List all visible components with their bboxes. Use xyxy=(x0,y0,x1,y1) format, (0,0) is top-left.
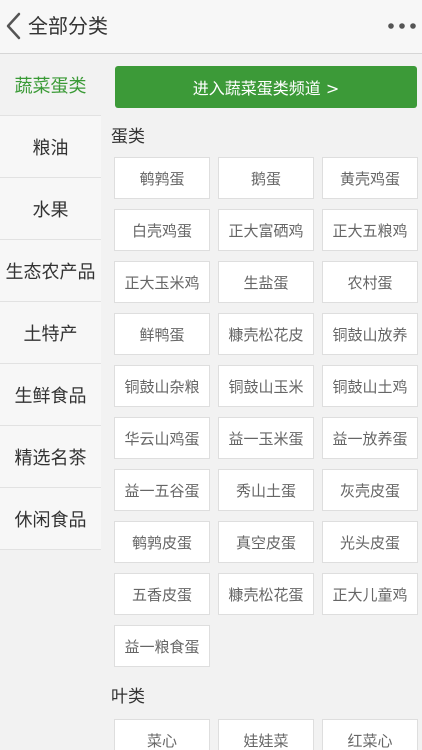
egg-item-grid: 鹌鹑蛋 鹅蛋 黄壳鸡蛋 白壳鸡蛋 正大富硒鸡 正大五粮鸡 正大玉米鸡 生盐蛋 农… xyxy=(114,157,420,667)
category-item[interactable]: 光头皮蛋 xyxy=(322,521,418,563)
sidebar-item-label: 生鲜食品 xyxy=(14,385,87,407)
sidebar-item-label: 生态农产品 xyxy=(5,261,96,283)
category-item[interactable]: 益一玉米蛋 xyxy=(218,417,314,459)
category-item[interactable]: 农村蛋 xyxy=(322,261,418,303)
category-item[interactable]: 红菜心 xyxy=(322,719,418,750)
sidebar-item-eco-products[interactable]: 生态农产品 xyxy=(0,240,101,302)
category-item[interactable]: 秀山土蛋 xyxy=(218,469,314,511)
category-item[interactable]: 糠壳松花蛋 xyxy=(218,573,314,615)
sidebar-item-label: 粮油 xyxy=(32,137,69,159)
category-item[interactable]: 黄壳鸡蛋 xyxy=(322,157,418,199)
sidebar-item-label: 土特产 xyxy=(23,323,78,345)
category-item[interactable]: 菜心 xyxy=(114,719,210,750)
category-item[interactable]: 五香皮蛋 xyxy=(114,573,210,615)
category-item[interactable]: 生盐蛋 xyxy=(218,261,314,303)
header-bar: 全部分类 xyxy=(0,0,422,54)
category-item[interactable]: 正大五粮鸡 xyxy=(322,209,418,251)
category-item[interactable]: 鹅蛋 xyxy=(218,157,314,199)
category-item[interactable]: 华云山鸡蛋 xyxy=(114,417,210,459)
sidebar-item-local-specialty[interactable]: 土特产 xyxy=(0,302,101,364)
section-title-eggs: 蛋类 xyxy=(111,127,145,147)
section-title-leafy: 叶类 xyxy=(111,687,145,707)
sidebar-item-label: 蔬菜蛋类 xyxy=(14,75,87,97)
category-item[interactable]: 益一放养蛋 xyxy=(322,417,418,459)
category-item[interactable]: 白壳鸡蛋 xyxy=(114,209,210,251)
category-item[interactable]: 糠壳松花皮 xyxy=(218,313,314,355)
category-item[interactable]: 鹌鹑蛋 xyxy=(114,157,210,199)
sidebar-item-label: 精选名茶 xyxy=(14,447,87,469)
category-item[interactable]: 正大富硒鸡 xyxy=(218,209,314,251)
category-item[interactable]: 正大儿童鸡 xyxy=(322,573,418,615)
sidebar-item-tea[interactable]: 精选名茶 xyxy=(0,426,101,488)
sidebar-item-label: 休闲食品 xyxy=(14,509,87,531)
sidebar-item-label: 水果 xyxy=(32,199,69,221)
back-icon[interactable] xyxy=(2,9,26,43)
leafy-item-grid: 菜心 娃娃菜 红菜心 xyxy=(114,719,420,750)
category-item[interactable]: 铜鼓山放养 xyxy=(322,313,418,355)
category-item[interactable]: 真空皮蛋 xyxy=(218,521,314,563)
sidebar-item-snacks[interactable]: 休闲食品 xyxy=(0,488,101,550)
category-item[interactable]: 益一五谷蛋 xyxy=(114,469,210,511)
more-icon[interactable] xyxy=(386,16,418,36)
category-content: 进入蔬菜蛋类频道 > 蛋类 鹌鹑蛋 鹅蛋 黄壳鸡蛋 白壳鸡蛋 正大富硒鸡 正大五… xyxy=(101,54,422,750)
category-item[interactable]: 鹌鹑皮蛋 xyxy=(114,521,210,563)
sidebar-item-fresh-food[interactable]: 生鲜食品 xyxy=(0,364,101,426)
category-item[interactable]: 铜鼓山土鸡 xyxy=(322,365,418,407)
sidebar-item-fruit[interactable]: 水果 xyxy=(0,178,101,240)
enter-channel-button[interactable]: 进入蔬菜蛋类频道 > xyxy=(115,66,417,108)
sidebar-item-grain-oil[interactable]: 粮油 xyxy=(0,116,101,178)
category-item[interactable]: 铜鼓山玉米 xyxy=(218,365,314,407)
category-item[interactable]: 鲜鸭蛋 xyxy=(114,313,210,355)
category-item[interactable]: 娃娃菜 xyxy=(218,719,314,750)
category-item[interactable]: 铜鼓山杂粮 xyxy=(114,365,210,407)
category-item[interactable]: 正大玉米鸡 xyxy=(114,261,210,303)
category-item[interactable]: 益一粮食蛋 xyxy=(114,625,210,667)
page-title: 全部分类 xyxy=(28,14,108,38)
sidebar-item-vegetables-eggs[interactable]: 蔬菜蛋类 xyxy=(0,54,101,116)
category-item[interactable]: 灰壳皮蛋 xyxy=(322,469,418,511)
category-sidebar: 蔬菜蛋类 粮油 水果 生态农产品 土特产 生鲜食品 精选名茶 休闲食品 xyxy=(0,54,101,750)
